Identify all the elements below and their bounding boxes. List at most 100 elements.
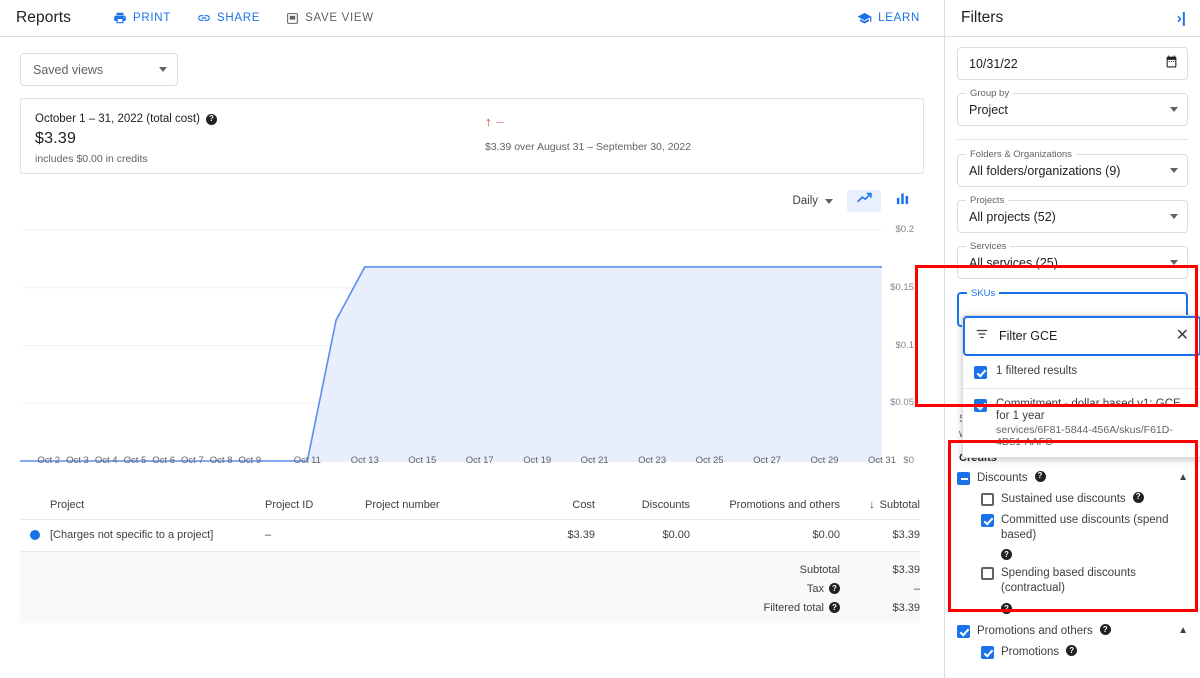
cost-chart (0, 218, 945, 473)
help-icon[interactable]: ? (1001, 549, 1012, 560)
help-icon[interactable]: ? (829, 583, 840, 594)
summary-comparison: ↑ – $3.39 over August 31 – September 30,… (485, 113, 691, 153)
x-axis-tick: Oct 19 (523, 455, 551, 466)
summary-credits-note: includes $0.00 in credits (35, 153, 465, 165)
sku-search-input[interactable]: Filter GCE (999, 329, 1166, 343)
chevron-up-icon[interactable]: ▲ (1178, 471, 1188, 485)
summary-range-row: October 1 – 31, 2022 (total cost) ? (35, 113, 465, 125)
share-button[interactable]: SHARE (197, 11, 260, 25)
main-content: Reports PRINT SHARE SAVE VIEW (0, 0, 945, 678)
totals-label-subtotal: Subtotal (800, 564, 840, 576)
promotions-and-others-checkbox[interactable] (957, 625, 970, 638)
saved-views-select[interactable]: Saved views (20, 53, 178, 86)
skus-dropdown: Filter GCE ✕ 1 filtered results Commitme… (962, 315, 1200, 458)
folders-orgs-field[interactable]: Folders & Organizations All folders/orga… (957, 154, 1188, 187)
print-button[interactable]: PRINT (113, 11, 171, 25)
save-view-button[interactable]: SAVE VIEW (286, 12, 374, 25)
x-axis-tick: Oct 6 (152, 455, 175, 466)
granularity-select[interactable]: Daily (792, 195, 833, 207)
y-axis-tick: $0.05 (890, 397, 914, 408)
col-header-project[interactable]: Project (50, 499, 265, 511)
committed-use-discounts-checkbox[interactable] (981, 514, 994, 527)
x-axis-tick: Oct 25 (696, 455, 724, 466)
chevron-down-icon (1170, 260, 1178, 265)
totals-value-filtered-total: $3.39 (840, 602, 920, 614)
folders-orgs-value: All folders/organizations (9) (969, 164, 1120, 178)
learn-button[interactable]: LEARN (857, 11, 920, 26)
reports-page: Reports PRINT SHARE SAVE VIEW (0, 0, 1200, 678)
help-icon[interactable]: ? (829, 602, 840, 613)
projects-label: Projects (966, 195, 1008, 206)
spending-based-discounts-checkbox[interactable] (981, 567, 994, 580)
sustained-use-discounts-checkbox[interactable] (981, 493, 994, 506)
help-icon[interactable]: ? (1100, 624, 1111, 635)
col-header-promotions[interactable]: Promotions and others (690, 499, 840, 511)
promotions-row[interactable]: Promotions ? (981, 645, 1188, 660)
spending-based-discounts-row[interactable]: Spending based discounts (contractual) ? (981, 566, 1188, 614)
x-axis-tick: Oct 17 (466, 455, 494, 466)
trend-up-arrow-icon: ↑ (485, 114, 492, 129)
sku-option-checkbox[interactable] (974, 399, 987, 412)
col-header-subtotal[interactable]: ↓ Subtotal (840, 499, 920, 511)
saved-views-value: Saved views (33, 63, 103, 77)
promotions-group-row[interactable]: Promotions and others ? ▲ (957, 624, 1188, 639)
x-axis-tick: Oct 4 (95, 455, 118, 466)
col-header-project-id[interactable]: Project ID (265, 499, 365, 511)
bar-chart-toggle[interactable] (885, 190, 919, 212)
discounts-checkbox[interactable] (957, 472, 970, 485)
print-icon (113, 11, 127, 25)
filters-panel: Filters ›| 10/31/22 Group by Project Fol… (945, 0, 1200, 678)
sku-results-row[interactable]: 1 filtered results (963, 356, 1200, 388)
cell-promotions: $0.00 (690, 529, 840, 541)
chevron-up-icon[interactable]: ▲ (1178, 624, 1188, 638)
discounts-group-row[interactable]: Discounts ? ▲ (957, 471, 1188, 486)
col-header-project-number[interactable]: Project number (365, 499, 500, 511)
projects-field[interactable]: Projects All projects (52) (957, 200, 1188, 233)
x-axis-tick: Oct 9 (239, 455, 262, 466)
table-row[interactable]: [Charges not specific to a project] – $3… (20, 520, 920, 549)
sku-option-row[interactable]: Commitment - dollar based v1: GCE for 1 … (963, 388, 1200, 457)
col-header-discounts[interactable]: Discounts (595, 499, 690, 511)
bar-chart-icon (895, 191, 910, 211)
sustained-use-discounts-row[interactable]: Sustained use discounts ? (981, 492, 1188, 507)
col-header-cost[interactable]: Cost (500, 499, 595, 511)
help-icon[interactable]: ? (206, 114, 217, 125)
promotions-checkbox[interactable] (981, 646, 994, 659)
totals-label-tax: Tax (807, 583, 824, 595)
granularity-value: Daily (792, 195, 818, 207)
sku-search-box[interactable]: Filter GCE ✕ (963, 316, 1200, 356)
x-axis-tick: Oct 8 (210, 455, 233, 466)
chart-canvas (0, 218, 945, 473)
group-by-field[interactable]: Group by Project (957, 93, 1188, 126)
series-dot-icon (30, 530, 40, 540)
x-axis-tick: Oct 3 (66, 455, 89, 466)
totals-value-subtotal: $3.39 (840, 564, 920, 576)
skus-area: SKUs Filter GCE ✕ 1 filtered results (957, 292, 1188, 412)
committed-use-discounts-row[interactable]: Committed use discounts (spend based) ? (981, 513, 1188, 561)
sku-results-checkbox[interactable] (974, 366, 987, 379)
services-value: All services (25) (969, 256, 1058, 270)
end-date-field[interactable]: 10/31/22 (957, 47, 1188, 80)
close-icon[interactable]: ✕ (1176, 328, 1189, 344)
cost-summary-card: October 1 – 31, 2022 (total cost) ? $3.3… (20, 98, 924, 174)
y-axis-tick: $0.2 (896, 224, 915, 235)
services-field[interactable]: Services All services (25) (957, 246, 1188, 279)
cell-project: [Charges not specific to a project] (50, 529, 265, 541)
sku-results-label: 1 filtered results (996, 365, 1077, 377)
x-axis-tick: Oct 5 (124, 455, 147, 466)
save-view-icon (286, 12, 299, 25)
totals-label-filtered-total: Filtered total (763, 602, 824, 614)
line-chart-toggle[interactable] (847, 190, 881, 212)
cost-table: Project Project ID Project number Cost D… (20, 490, 920, 549)
help-icon[interactable]: ? (1066, 645, 1077, 656)
summary-left: October 1 – 31, 2022 (total cost) ? $3.3… (35, 113, 465, 165)
sku-option-text: Commitment - dollar based v1: GCE for 1 … (996, 398, 1190, 448)
help-icon[interactable]: ? (1133, 492, 1144, 503)
calendar-icon[interactable] (1165, 55, 1178, 73)
collapse-right-icon[interactable]: ›| (1177, 11, 1186, 26)
help-icon[interactable]: ? (1035, 471, 1046, 482)
skus-label: SKUs (967, 288, 999, 299)
col-header-subtotal-label: Subtotal (880, 499, 920, 511)
x-axis-tick: Oct 27 (753, 455, 781, 466)
help-icon[interactable]: ? (1001, 603, 1012, 614)
